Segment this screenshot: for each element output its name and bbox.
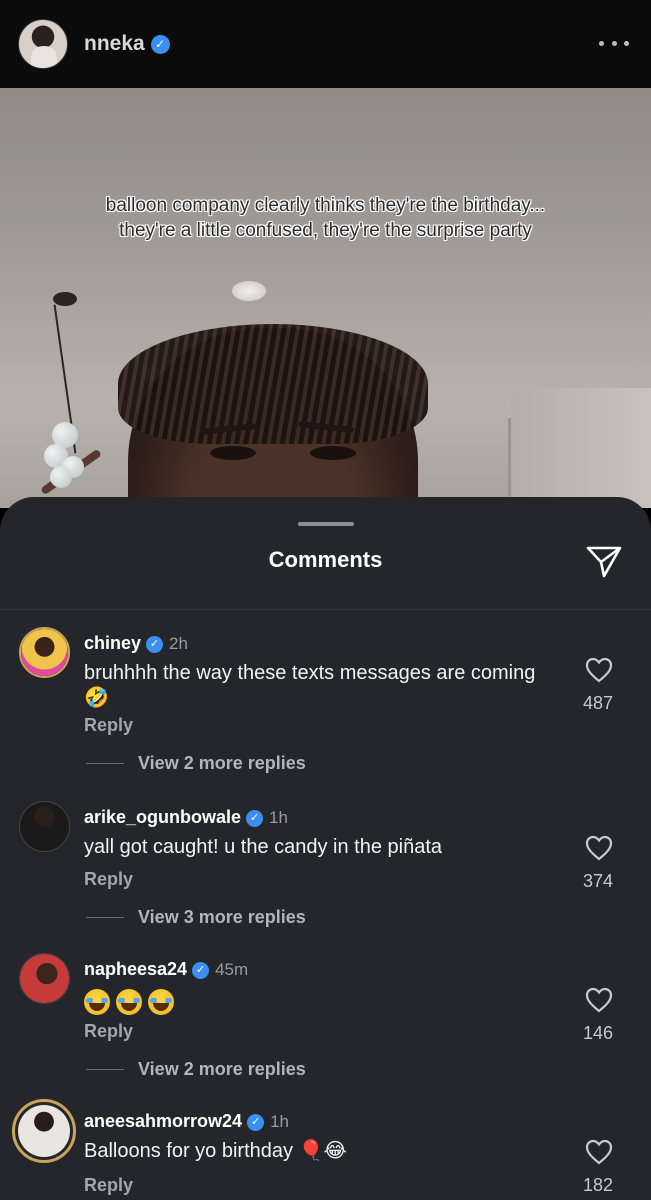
commenter-avatar[interactable] (19, 801, 70, 852)
verified-icon: ✓ (246, 809, 264, 827)
comment-header: chiney ✓ 2h (84, 633, 188, 654)
video-player[interactable]: balloon company clearly thinks they're t… (0, 88, 651, 508)
commenter-avatar[interactable] (19, 953, 70, 1004)
comments-sheet: Comments chiney ✓ 2h bruhhhh the way these… (0, 497, 651, 1200)
comment-time: 45m (215, 960, 249, 979)
ceiling-light (232, 281, 266, 301)
reply-button[interactable]: Reply (84, 1175, 133, 1196)
like-count: 182 (582, 1175, 614, 1195)
commenter-avatar[interactable] (19, 627, 70, 678)
comment-header: aneesahmorrow24 ✓ 1h (84, 1111, 289, 1132)
caption-line: balloon company clearly thinks they're t… (105, 195, 546, 216)
commenter-username[interactable]: arike_ogunbowale (84, 807, 241, 827)
more-options-icon[interactable] (599, 38, 629, 48)
commenter-username[interactable]: chiney (84, 633, 141, 653)
thread-line (86, 763, 124, 764)
wall-edge (508, 418, 511, 508)
loudly-crying-emoji (116, 989, 142, 1015)
view-more-replies[interactable]: View 3 more replies (86, 907, 306, 928)
post-username[interactable]: nneka (84, 32, 145, 56)
balloon-decor (50, 466, 72, 488)
reply-button[interactable]: Reply (84, 869, 133, 890)
thread-line (86, 1069, 124, 1070)
like-heart-icon[interactable] (577, 657, 621, 683)
loudly-crying-emoji (84, 989, 110, 1015)
video-caption: balloon company clearly thinks they're t… (0, 193, 651, 243)
like-heart-icon[interactable] (577, 1139, 621, 1165)
eye (310, 446, 356, 460)
view-more-label: View 2 more replies (138, 1059, 306, 1079)
verified-icon: ✓ (146, 635, 164, 653)
divider (0, 609, 651, 610)
view-more-replies[interactable]: View 2 more replies (86, 1059, 306, 1080)
wall-panel (511, 388, 651, 508)
reply-button[interactable]: Reply (84, 715, 133, 736)
person-hair (118, 324, 428, 444)
pendant-lamp (53, 292, 77, 306)
profile-avatar[interactable] (18, 19, 68, 69)
comment-text: yall got caught! u the candy in the piña… (84, 836, 443, 858)
loudly-crying-emoji (148, 989, 174, 1015)
like-count: 146 (582, 1023, 614, 1043)
view-more-label: View 3 more replies (138, 907, 306, 927)
send-icon[interactable] (585, 544, 623, 580)
comment-text: bruhhhh the way these texts messages are… (84, 662, 536, 709)
comment-header: arike_ogunbowale ✓ 1h (84, 807, 288, 828)
view-more-replies[interactable]: View 2 more replies (86, 753, 306, 774)
comment-time: 2h (169, 634, 188, 653)
commenter-username[interactable]: aneesahmorrow24 (84, 1111, 242, 1131)
caption-line: they're a little confused, they're the s… (119, 220, 532, 241)
commenter-username[interactable]: napheesa24 (84, 959, 187, 979)
sheet-grabber-handle[interactable] (298, 522, 354, 526)
comment-time: 1h (269, 808, 288, 827)
eye (210, 446, 256, 460)
verified-icon: ✓ (247, 1113, 265, 1131)
like-count: 487 (582, 693, 614, 713)
thread-line (86, 917, 124, 918)
comment-text (84, 989, 544, 1015)
commenter-avatar-story-ring[interactable] (12, 1099, 76, 1163)
view-more-label: View 2 more replies (138, 753, 306, 773)
verified-icon: ✓ (150, 34, 170, 54)
comment-text: Balloons for yo birthday 🎈😂 (84, 1140, 347, 1162)
like-heart-icon[interactable] (577, 987, 621, 1013)
post-header: nneka ✓ (0, 0, 651, 88)
sheet-title: Comments (268, 547, 383, 572)
comment-time: 1h (270, 1112, 289, 1131)
like-heart-icon[interactable] (577, 835, 621, 861)
verified-icon: ✓ (192, 961, 210, 979)
reply-button[interactable]: Reply (84, 1021, 133, 1042)
like-count: 374 (582, 871, 614, 891)
comment-header: napheesa24 ✓ 45m (84, 959, 248, 980)
